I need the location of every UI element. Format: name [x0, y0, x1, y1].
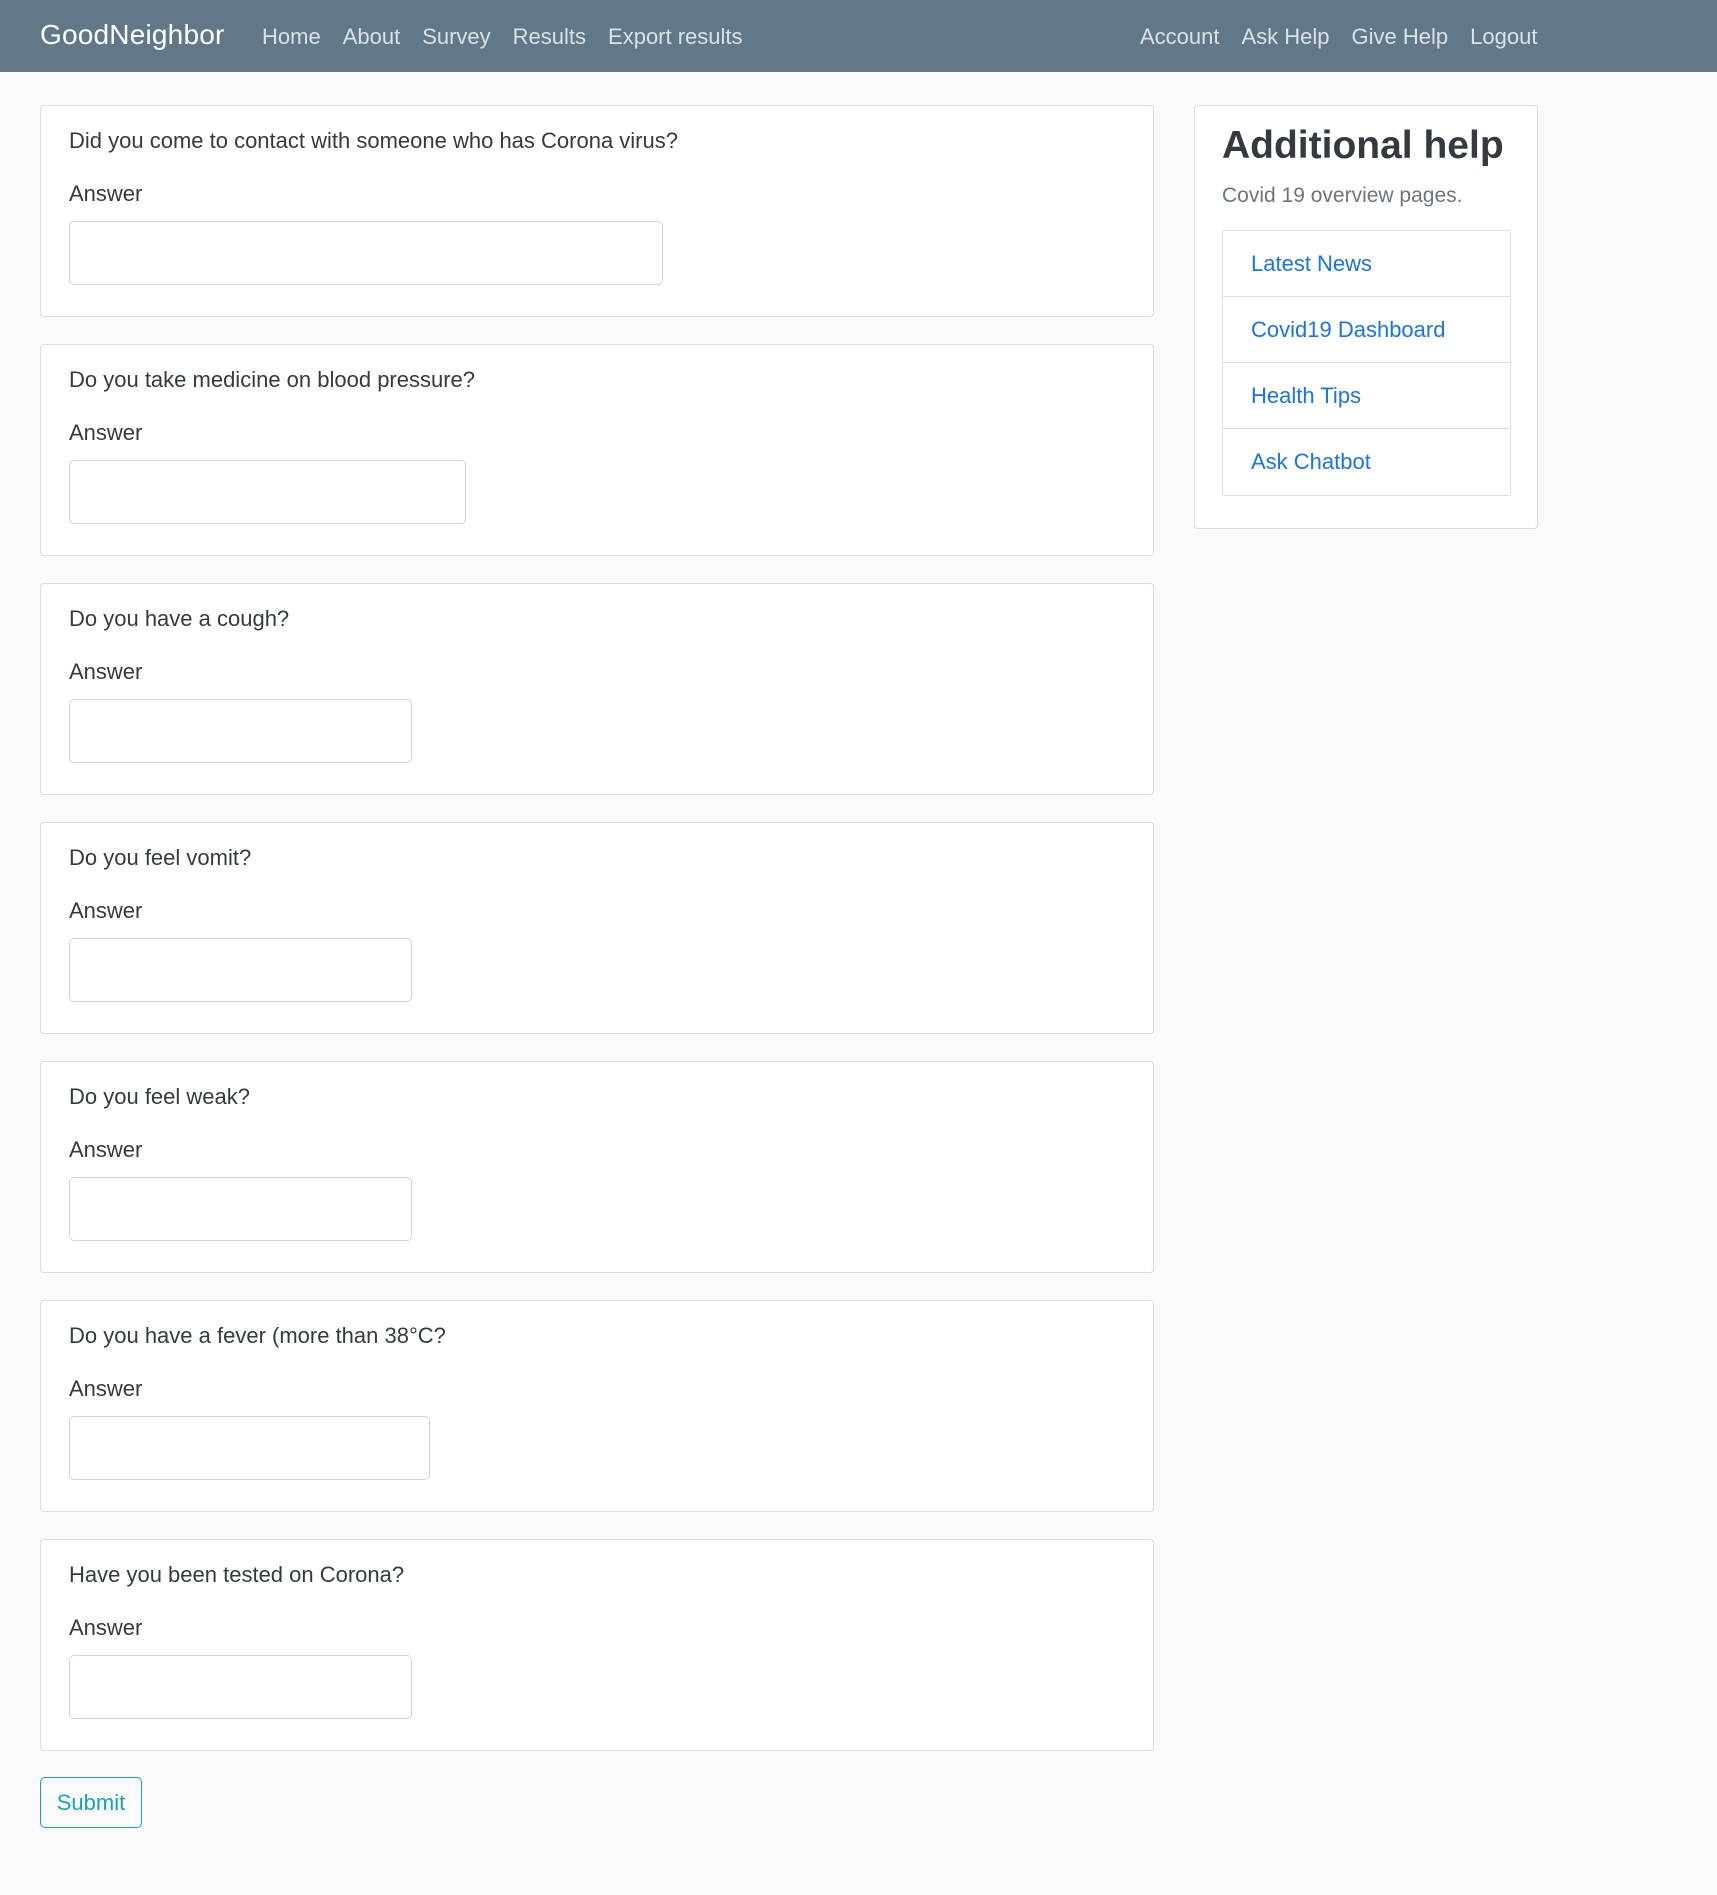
question-text: Do you feel weak?	[69, 1084, 250, 1109]
sidebar-title: Additional help	[1222, 124, 1504, 167]
answer-label: Answer	[69, 1137, 143, 1162]
answer-input[interactable]	[69, 938, 412, 1002]
question-card: Do you feel vomit? Answer	[40, 822, 1154, 1034]
question-card: Do you feel weak? Answer	[40, 1061, 1154, 1273]
nav-survey[interactable]: Survey	[422, 24, 490, 50]
link-latest-news[interactable]: Latest News	[1223, 231, 1510, 297]
nav-results[interactable]: Results	[513, 24, 586, 50]
question-card: Have you been tested on Corona? Answer	[40, 1539, 1154, 1751]
nav-right-links: Account Ask Help Give Help Logout	[1140, 24, 1559, 50]
answer-input[interactable]	[69, 221, 663, 285]
help-link-list: Latest News Covid19 Dashboard Health Tip…	[1222, 230, 1511, 496]
answer-label: Answer	[69, 1615, 143, 1640]
link-health-tips[interactable]: Health Tips	[1223, 363, 1510, 429]
question-text: Do you feel vomit?	[69, 845, 252, 870]
nav-left-links: Home About Survey Results Export results	[262, 24, 765, 50]
question-text: Do you take medicine on blood pressure?	[69, 367, 476, 392]
brand-logo[interactable]: GoodNeighbor	[40, 19, 225, 51]
question-card: Do you take medicine on blood pressure? …	[40, 344, 1154, 556]
sidebar-subtitle: Covid 19 overview pages.	[1222, 184, 1463, 207]
answer-label: Answer	[69, 659, 143, 684]
answer-label: Answer	[69, 898, 143, 923]
nav-ask-help[interactable]: Ask Help	[1242, 24, 1330, 50]
submit-button[interactable]: Submit	[40, 1777, 142, 1828]
nav-give-help[interactable]: Give Help	[1352, 24, 1449, 50]
answer-input[interactable]	[69, 460, 466, 524]
nav-export-results[interactable]: Export results	[608, 24, 743, 50]
answer-input[interactable]	[69, 699, 412, 763]
question-text: Do you have a fever (more than 38°C?	[69, 1323, 446, 1348]
link-covid19-dashboard[interactable]: Covid19 Dashboard	[1223, 297, 1510, 363]
nav-account[interactable]: Account	[1140, 24, 1220, 50]
survey-form: Did you come to contact with someone who…	[40, 105, 1154, 1778]
top-navbar: GoodNeighbor Home About Survey Results E…	[0, 0, 1717, 72]
link-ask-chatbot[interactable]: Ask Chatbot	[1223, 429, 1510, 495]
answer-label: Answer	[69, 420, 143, 445]
answer-label: Answer	[69, 1376, 143, 1401]
question-card: Do you have a cough? Answer	[40, 583, 1154, 795]
nav-home[interactable]: Home	[262, 24, 321, 50]
nav-about[interactable]: About	[343, 24, 401, 50]
question-card: Did you come to contact with someone who…	[40, 105, 1154, 317]
question-text: Have you been tested on Corona?	[69, 1562, 405, 1587]
question-card: Do you have a fever (more than 38°C? Ans…	[40, 1300, 1154, 1512]
answer-label: Answer	[69, 181, 143, 206]
answer-input[interactable]	[69, 1177, 412, 1241]
question-text: Did you come to contact with someone who…	[69, 128, 678, 153]
additional-help-panel: Additional help Covid 19 overview pages.…	[1194, 105, 1538, 529]
answer-input[interactable]	[69, 1655, 412, 1719]
question-text: Do you have a cough?	[69, 606, 290, 631]
answer-input[interactable]	[69, 1416, 430, 1480]
nav-logout[interactable]: Logout	[1470, 24, 1537, 50]
